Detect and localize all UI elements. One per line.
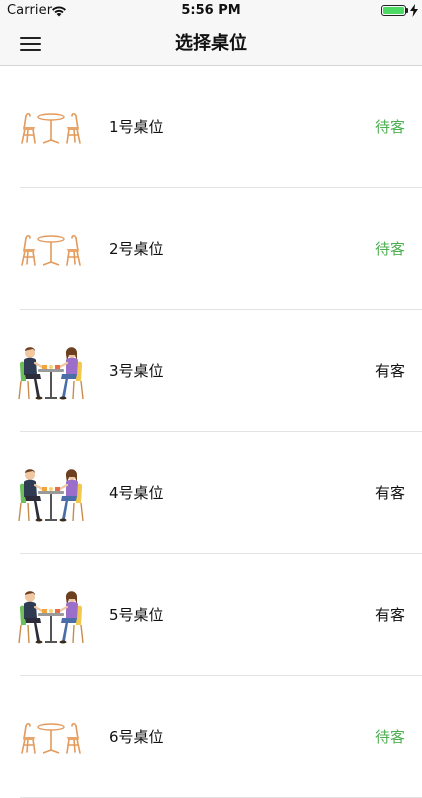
charging-bolt-icon (410, 4, 418, 17)
table-status: 待客 (374, 240, 405, 258)
table-status: 有客 (374, 362, 405, 380)
table-status: 有客 (374, 606, 405, 624)
table-name: 3号桌位 (109, 362, 164, 380)
table-name: 1号桌位 (109, 118, 164, 136)
table-name: 2号桌位 (109, 240, 164, 258)
table-row[interactable]: 3号桌位 有客 (0, 310, 422, 432)
couple-dining-icon (16, 341, 86, 403)
table-row[interactable]: 5号桌位 有客 (0, 554, 422, 676)
table-row[interactable]: 1号桌位 待客 (0, 66, 422, 188)
navigation-bar: 选择桌位 (0, 22, 422, 66)
table-status: 有客 (374, 484, 405, 502)
table-row[interactable]: 4号桌位 有客 (0, 432, 422, 554)
table-name: 6号桌位 (109, 728, 164, 746)
battery-level-fill (383, 7, 404, 14)
table-list: 1号桌位 待客 2号桌位 待客 3号桌位 有客 4号桌位 有客 5号桌位 有客 6号桌位 待客 (0, 66, 422, 798)
battery-icon (381, 5, 406, 16)
battery-cap (406, 8, 408, 13)
table-status: 待客 (374, 728, 405, 746)
table-name: 5号桌位 (109, 606, 164, 624)
table-status: 待客 (374, 118, 405, 136)
couple-dining-icon (16, 463, 86, 525)
table-row[interactable]: 6号桌位 待客 (0, 676, 422, 798)
couple-dining-icon (16, 585, 86, 647)
table-row[interactable]: 2号桌位 待客 (0, 188, 422, 310)
empty-table-icon (16, 219, 86, 281)
status-bar: Carrier 5:56 PM (0, 0, 422, 22)
clock-time: 5:56 PM (181, 3, 241, 18)
empty-table-icon (16, 707, 86, 769)
empty-table-icon (16, 97, 86, 159)
table-name: 4号桌位 (109, 484, 164, 502)
page-title: 选择桌位 (175, 33, 247, 54)
